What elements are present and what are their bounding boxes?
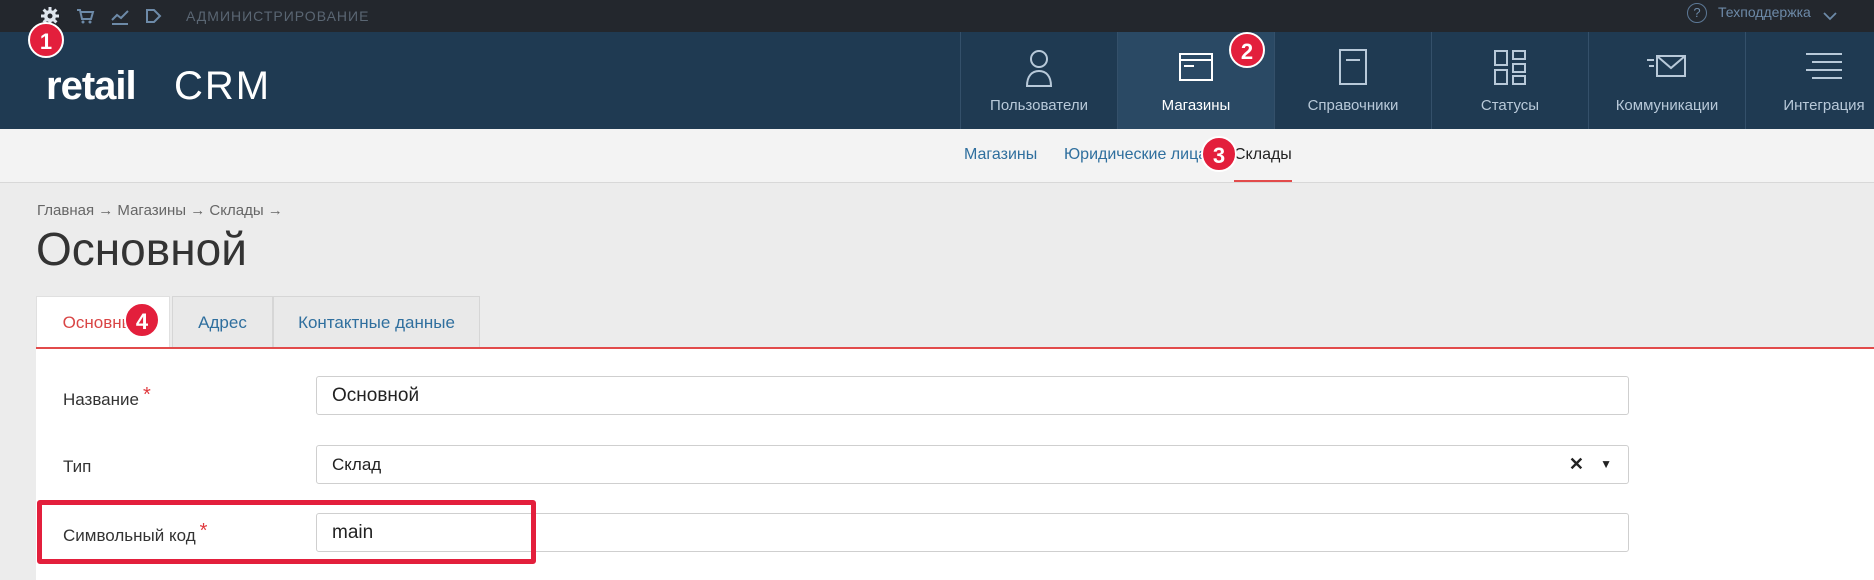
main-header: retail CRM Пользователи Магазины Справоч…	[0, 32, 1874, 129]
dropdown-arrow-icon[interactable]: ▼	[1600, 446, 1612, 483]
mail-icon	[1647, 55, 1686, 77]
play-icon[interactable]	[143, 6, 163, 26]
page-title: Основной	[36, 223, 247, 275]
admin-label: АДМИНИСТРИРОВАНИЕ	[186, 8, 370, 24]
nav-item-communications[interactable]: Коммуникации	[1588, 32, 1745, 129]
store-window-icon	[1179, 53, 1213, 81]
nav-label: Пользователи	[990, 97, 1088, 114]
type-select-value: Склад	[332, 455, 382, 474]
document-icon	[1339, 49, 1367, 85]
nav-item-integration[interactable]: Интеграция	[1745, 32, 1874, 129]
main-nav: Пользователи Магазины Справочники Статус…	[960, 32, 1874, 129]
sub-nav: Магазины Юридические лица Склады	[0, 129, 1874, 183]
chart-icon[interactable]	[110, 6, 130, 26]
chevron-down-icon[interactable]	[1822, 0, 1838, 29]
subnav-warehouses[interactable]: Склады	[1234, 146, 1292, 164]
list-icon	[1806, 53, 1842, 79]
name-label-text: Название	[63, 390, 139, 409]
subnav-legal-entities[interactable]: Юридические лица	[1064, 146, 1207, 164]
nav-item-users[interactable]: Пользователи	[960, 32, 1117, 129]
step-marker-4: 4	[124, 302, 160, 338]
highlight-box	[37, 500, 536, 564]
name-label: Название *	[63, 384, 151, 411]
type-select[interactable]: Склад ✕ ▼	[316, 445, 1629, 484]
nav-label: Справочники	[1307, 97, 1399, 114]
required-mark: *	[142, 384, 151, 406]
user-icon	[1025, 50, 1053, 87]
step-marker-3: 3	[1201, 136, 1237, 172]
step-marker-1: 1	[28, 22, 64, 58]
step-marker-2: 2	[1229, 32, 1265, 68]
subnav-active-underline	[1234, 180, 1292, 182]
help-icon[interactable]: ?	[1687, 3, 1707, 23]
nav-label: Магазины	[1161, 97, 1231, 114]
type-label: Тип	[63, 457, 92, 476]
system-bar: АДМИНИСТРИРОВАНИЕ ? Техподдержка	[0, 0, 1874, 32]
nav-label: Интеграция	[1783, 97, 1865, 114]
nav-item-statuses[interactable]: Статусы	[1431, 32, 1588, 129]
logo-retail-text: retail	[46, 64, 137, 108]
grid-icon	[1494, 50, 1526, 85]
tab-address[interactable]: Адрес	[172, 296, 273, 348]
nav-item-references[interactable]: Справочники	[1274, 32, 1431, 129]
name-input[interactable]: Основной	[316, 376, 1629, 415]
clear-icon[interactable]: ✕	[1569, 446, 1584, 483]
support-link[interactable]: Техподдержка	[1718, 4, 1811, 20]
cart-icon[interactable]	[75, 6, 95, 26]
nav-label: Коммуникации	[1615, 97, 1719, 114]
logo-crm-text: CRM	[174, 64, 272, 108]
subnav-stores[interactable]: Магазины	[964, 146, 1037, 164]
breadcrumb[interactable]: Главная → Магазины → Склады →	[37, 202, 283, 219]
nav-label: Статусы	[1480, 97, 1540, 114]
tab-contacts[interactable]: Контактные данные	[273, 296, 480, 348]
